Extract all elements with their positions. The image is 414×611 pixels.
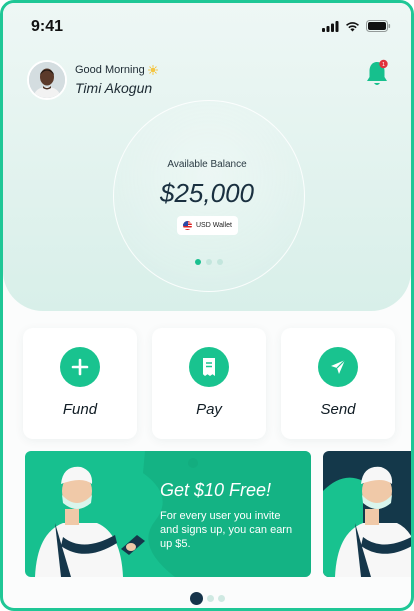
status-time: 9:41: [31, 18, 64, 35]
sun-icon: [147, 65, 158, 75]
wallet-selector[interactable]: USD Wallet: [177, 216, 238, 235]
carousel-dot[interactable]: [190, 592, 203, 605]
avatar[interactable]: [27, 60, 67, 100]
promo-card-next[interactable]: [323, 451, 411, 577]
balance-amount: $25,000: [160, 178, 254, 208]
status-icons: [322, 20, 391, 32]
carousel-dot[interactable]: [218, 595, 225, 602]
send-icon-circle: [318, 347, 358, 387]
bell-icon: 1: [367, 59, 388, 85]
promo-card[interactable]: Get $10 Free! For every user you invite …: [25, 451, 311, 577]
notification-badge: 1: [382, 62, 385, 68]
status-bar: 9:41: [3, 3, 411, 47]
balance-carousel-dots: [195, 259, 223, 265]
user-name: Timi Akogun: [75, 80, 153, 96]
promo-title: Get $10 Free!: [160, 480, 272, 500]
promo-illustration: [323, 466, 411, 577]
us-flag-icon: [183, 221, 192, 230]
carousel-dot[interactable]: [195, 259, 201, 265]
carousel-dot[interactable]: [217, 259, 223, 265]
greeting-text: Good Morning: [75, 64, 145, 76]
fund-button[interactable]: Fund: [23, 328, 137, 439]
pay-button[interactable]: Pay: [152, 328, 266, 439]
signal-icon: [322, 20, 339, 32]
promo-carousel-dots: [190, 592, 225, 605]
send-button[interactable]: Send: [281, 328, 395, 439]
carousel-dot[interactable]: [206, 259, 212, 265]
fund-label: Fund: [62, 401, 98, 418]
greeting-line: Good Morning: [75, 64, 158, 76]
app-frame: 9:41 Good Morning Timi Akogun 1 Availabl…: [0, 0, 414, 611]
balance-label: Available Balance: [167, 159, 247, 170]
pay-icon-circle: [189, 347, 229, 387]
fund-icon-circle: [60, 347, 100, 387]
carousel-dot[interactable]: [207, 595, 214, 602]
wifi-icon: [346, 21, 359, 31]
receipt-icon: [203, 358, 215, 376]
plus-icon: [71, 358, 89, 376]
greeting-block: Good Morning Timi Akogun: [75, 64, 158, 96]
promo-text: For every user you invite and signs up, …: [160, 510, 293, 550]
wallet-label: USD Wallet: [196, 222, 232, 229]
avatar-portrait: [29, 62, 65, 98]
pay-label: Pay: [196, 401, 222, 418]
send-label: Send: [320, 401, 356, 418]
battery-icon: [366, 20, 391, 32]
greeting-row: Good Morning Timi Akogun: [27, 60, 158, 100]
send-icon: [331, 359, 346, 374]
notification-button[interactable]: 1: [365, 59, 389, 94]
